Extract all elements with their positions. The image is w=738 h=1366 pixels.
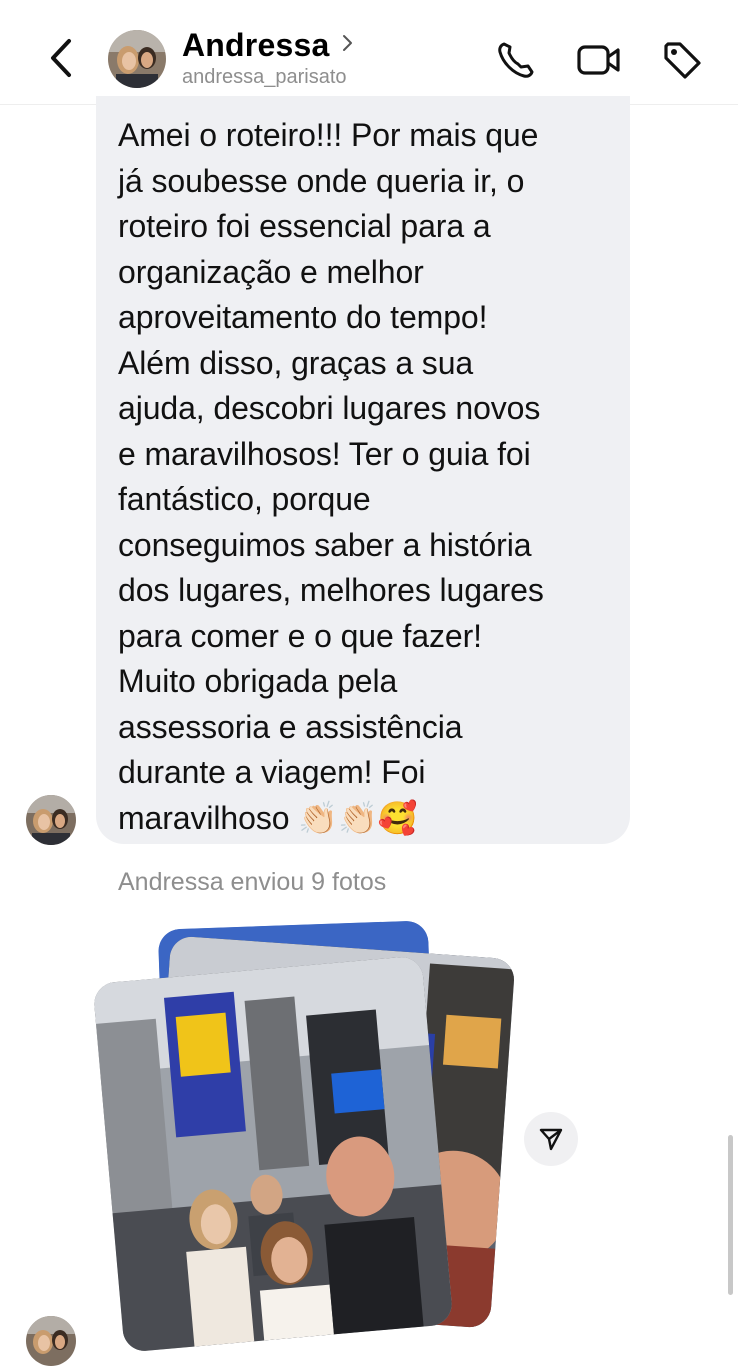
chat-header: Andressa andressa_parisato (0, 0, 738, 105)
back-chevron-icon (51, 39, 71, 77)
video-camera-icon[interactable] (576, 38, 620, 82)
send-arrow-icon (539, 1128, 563, 1151)
back-button[interactable] (42, 36, 82, 80)
profile-chevron-icon[interactable] (342, 34, 354, 57)
phone-icon[interactable] (494, 38, 538, 82)
photo-stack[interactable] (92, 920, 516, 1365)
sender-avatar-2[interactable] (26, 1316, 76, 1366)
photo-card-front (92, 955, 454, 1353)
sender-avatar[interactable] (26, 795, 76, 845)
tag-icon[interactable] (660, 38, 704, 82)
photos-sent-label: Andressa enviou 9 fotos (118, 868, 387, 896)
contact-name[interactable]: Andressa (182, 26, 329, 64)
scrollbar[interactable] (728, 1135, 733, 1295)
contact-avatar[interactable] (108, 30, 166, 88)
share-photos-button[interactable] (524, 1112, 578, 1166)
message-text: Amei o roteiro!!! Por mais que já soubes… (118, 117, 544, 836)
contact-handle: andressa_parisato (182, 66, 347, 88)
